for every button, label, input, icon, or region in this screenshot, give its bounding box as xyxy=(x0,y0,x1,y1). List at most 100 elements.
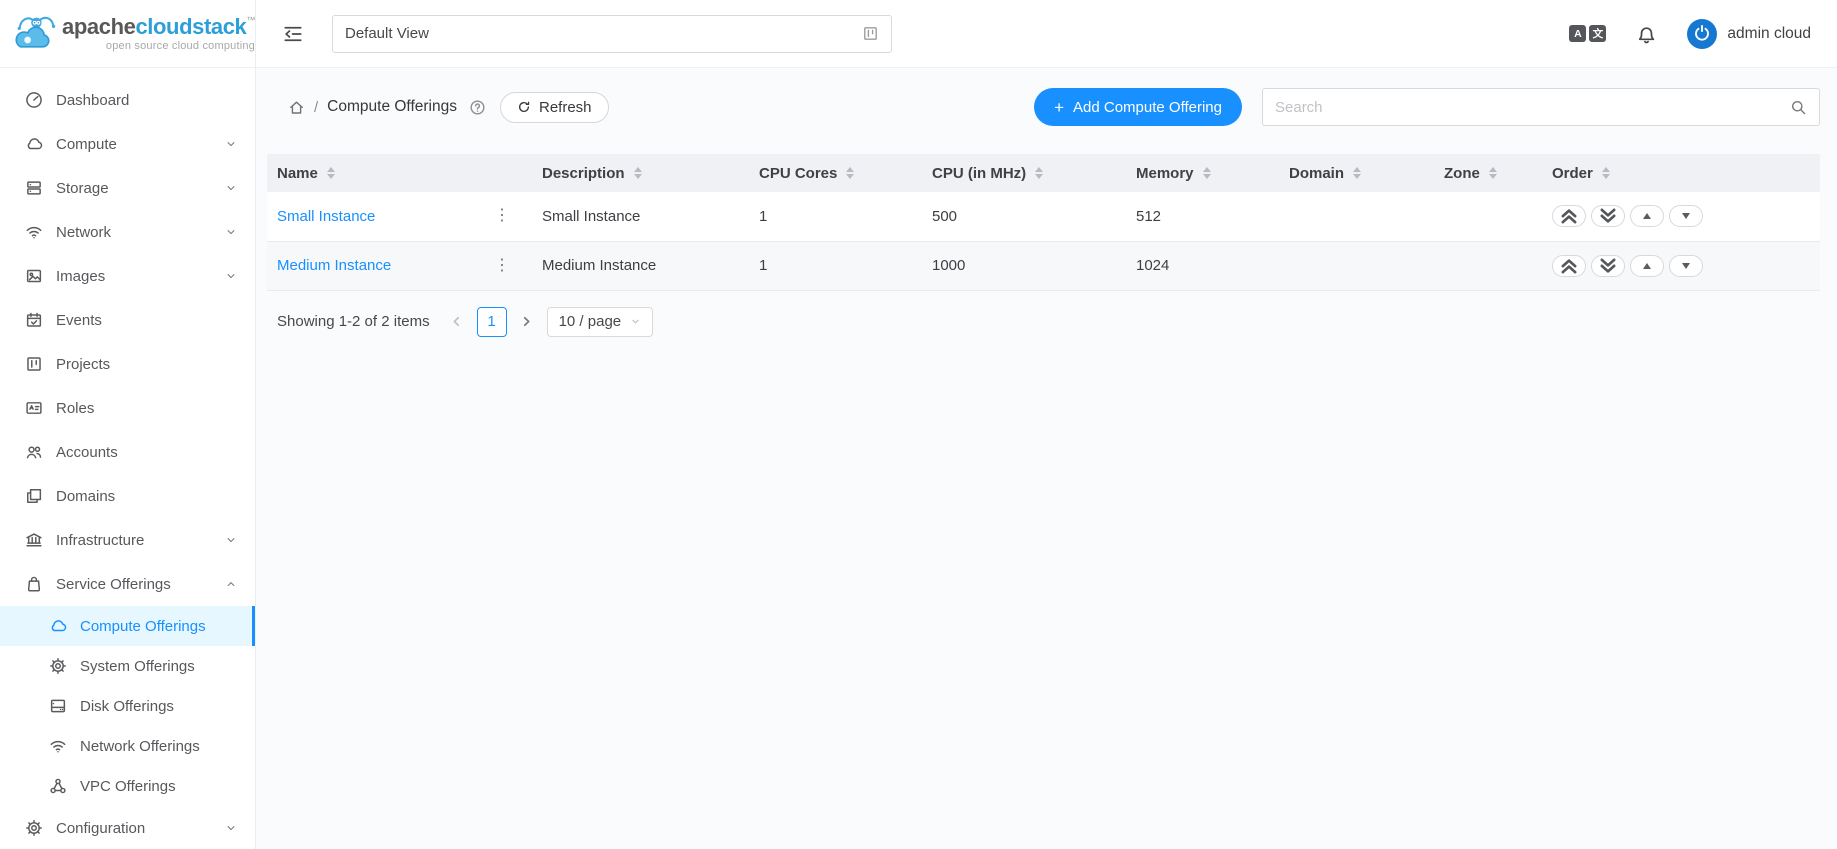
search-icon[interactable] xyxy=(1790,99,1807,116)
offering-name-link[interactable]: Medium Instance xyxy=(277,257,391,274)
project-board-icon xyxy=(25,355,43,373)
move-to-top-button[interactable] xyxy=(1552,255,1586,277)
column-header-cpu-mhz[interactable]: CPU (in MHz) xyxy=(922,154,1126,192)
sidebar-item-domains[interactable]: Domains xyxy=(0,474,255,518)
home-icon[interactable] xyxy=(288,99,305,116)
service-offerings-submenu: Compute Offerings System Offerings Disk … xyxy=(0,606,255,806)
column-header-zone[interactable]: Zone xyxy=(1434,154,1542,192)
column-header-memory[interactable]: Memory xyxy=(1126,154,1279,192)
column-header-order[interactable]: Order xyxy=(1542,154,1820,192)
page-size-value: 10 / page xyxy=(559,313,622,330)
translate-button[interactable]: A 文 xyxy=(1569,25,1606,42)
notifications-bell-icon[interactable] xyxy=(1636,23,1657,44)
sidebar-item-events[interactable]: Events xyxy=(0,298,255,342)
sidebar-item-compute[interactable]: Compute xyxy=(0,122,255,166)
brand-cloudstack: cloudstack xyxy=(135,14,246,39)
move-up-button[interactable] xyxy=(1630,205,1664,227)
sidebar-item-projects[interactable]: Projects xyxy=(0,342,255,386)
sidebar-item-service-offerings[interactable]: Service Offerings xyxy=(0,562,255,606)
breadcrumb: / Compute Offerings xyxy=(288,98,486,116)
add-compute-offering-button[interactable]: + Add Compute Offering xyxy=(1034,88,1242,126)
chevron-down-icon xyxy=(225,182,237,194)
next-page-icon[interactable] xyxy=(518,313,536,331)
page-size-select[interactable]: 10 / page xyxy=(547,307,654,337)
sidebar-item-roles[interactable]: Roles xyxy=(0,386,255,430)
move-to-top-button[interactable] xyxy=(1552,205,1586,227)
wifi-icon xyxy=(25,223,43,241)
sidebar-item-label: Projects xyxy=(56,356,237,373)
column-header-description[interactable]: Description xyxy=(532,154,749,192)
move-down-button[interactable] xyxy=(1669,205,1703,227)
pagination-summary: Showing 1-2 of 2 items xyxy=(277,313,430,330)
move-down-button[interactable] xyxy=(1669,255,1703,277)
topbar-right: A 文 admin cloud xyxy=(1569,19,1811,49)
user-menu[interactable]: admin cloud xyxy=(1687,19,1811,49)
move-to-bottom-button[interactable] xyxy=(1591,255,1625,277)
brand-tagline: open source cloud computing xyxy=(62,41,255,52)
search-input[interactable] xyxy=(1275,99,1790,116)
table-header-row: Name Description CPU Cores CPU (in MHz) … xyxy=(267,154,1820,192)
sidebar-item-disk-offerings[interactable]: Disk Offerings xyxy=(0,686,255,726)
sidebar-item-label: Network Offerings xyxy=(80,738,237,755)
kebab-menu-icon[interactable]: ⋮ xyxy=(494,258,510,274)
app-window: apachecloudstack™ open source cloud comp… xyxy=(0,0,1837,849)
sidebar-item-label: Disk Offerings xyxy=(80,698,237,715)
app-logo[interactable]: apachecloudstack™ open source cloud comp… xyxy=(0,0,255,68)
picture-icon xyxy=(25,267,43,285)
sidebar-item-label: Images xyxy=(56,268,225,285)
column-header-cpu-cores[interactable]: CPU Cores xyxy=(749,154,922,192)
triangle-up-icon xyxy=(1643,263,1651,269)
sidebar-item-compute-offerings[interactable]: Compute Offerings xyxy=(0,606,255,646)
chevron-down-icon xyxy=(225,138,237,150)
sort-carets-icon xyxy=(1203,167,1211,179)
sidebar-item-vpc-offerings[interactable]: VPC Offerings xyxy=(0,766,255,806)
translate-a-icon: A xyxy=(1569,25,1586,42)
move-to-bottom-button[interactable] xyxy=(1591,205,1625,227)
sidebar-item-label: Service Offerings xyxy=(56,576,225,593)
cell-description: Small Instance xyxy=(532,192,749,241)
sort-carets-icon xyxy=(1035,167,1043,179)
triangle-up-icon xyxy=(1643,213,1651,219)
menu-fold-icon[interactable] xyxy=(282,23,304,45)
offering-name-link[interactable]: Small Instance xyxy=(277,208,375,225)
refresh-button[interactable]: Refresh xyxy=(500,92,609,123)
sidebar-item-storage[interactable]: Storage xyxy=(0,166,255,210)
sidebar: apachecloudstack™ open source cloud comp… xyxy=(0,0,256,849)
sidebar-item-label: Roles xyxy=(56,400,237,417)
column-header-name[interactable]: Name xyxy=(267,154,532,192)
hdd-icon xyxy=(49,697,67,715)
team-icon xyxy=(25,443,43,461)
column-label: Memory xyxy=(1136,165,1194,182)
avatar xyxy=(1687,19,1717,49)
sidebar-item-system-offerings[interactable]: System Offerings xyxy=(0,646,255,686)
help-question-icon[interactable] xyxy=(469,99,486,116)
column-label: Domain xyxy=(1289,165,1344,182)
sidebar-item-label: System Offerings xyxy=(80,658,237,675)
sort-carets-icon xyxy=(1602,167,1610,179)
chevron-down-icon xyxy=(225,270,237,282)
sidebar-item-dashboard[interactable]: Dashboard xyxy=(0,78,255,122)
cell-memory: 512 xyxy=(1126,192,1279,241)
previous-page-icon[interactable] xyxy=(448,313,466,331)
sidebar-item-label: Dashboard xyxy=(56,92,237,109)
sidebar-item-network[interactable]: Network xyxy=(0,210,255,254)
dashboard-icon xyxy=(25,91,43,109)
sidebar-item-accounts[interactable]: Accounts xyxy=(0,430,255,474)
sidebar-item-network-offerings[interactable]: Network Offerings xyxy=(0,726,255,766)
sidebar-item-infrastructure[interactable]: Infrastructure xyxy=(0,518,255,562)
view-selector[interactable]: Default View xyxy=(332,15,892,53)
kebab-menu-icon[interactable]: ⋮ xyxy=(494,208,510,224)
column-header-domain[interactable]: Domain xyxy=(1279,154,1434,192)
move-up-button[interactable] xyxy=(1630,255,1664,277)
chevron-down-icon xyxy=(630,316,641,327)
sort-carets-icon xyxy=(327,167,335,179)
chevron-down-icon xyxy=(225,822,237,834)
topbar: Default View A 文 admin cloud xyxy=(256,0,1837,68)
power-icon xyxy=(1691,23,1713,45)
sort-carets-icon xyxy=(634,167,642,179)
main-area: Default View A 文 admin cloud xyxy=(256,0,1837,849)
cell-domain xyxy=(1279,192,1434,241)
page-number-button[interactable]: 1 xyxy=(477,307,507,337)
sidebar-item-configuration[interactable]: Configuration xyxy=(0,806,255,849)
sidebar-item-images[interactable]: Images xyxy=(0,254,255,298)
